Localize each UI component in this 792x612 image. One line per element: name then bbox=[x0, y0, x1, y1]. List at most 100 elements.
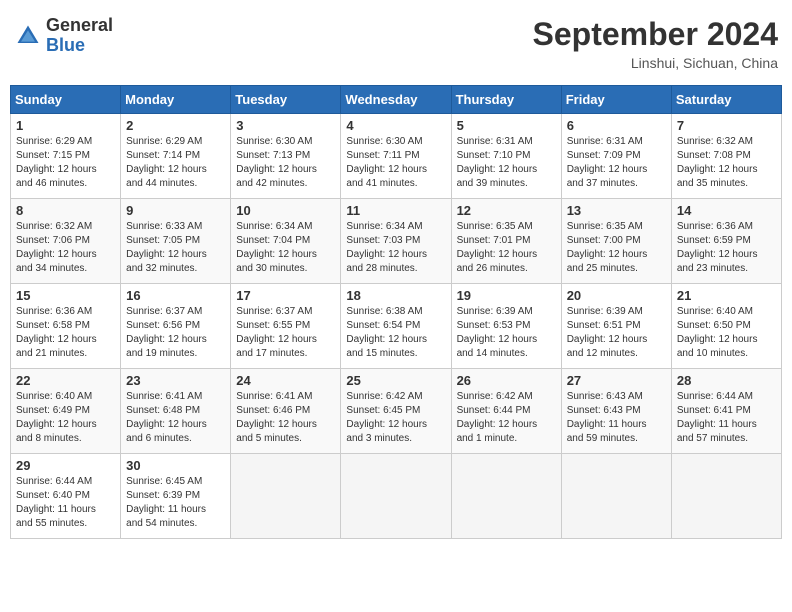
calendar-day-25: 25 Sunrise: 6:42 AM Sunset: 6:45 PM Dayl… bbox=[341, 369, 451, 454]
day-number: 20 bbox=[567, 288, 666, 303]
logo-blue-text: Blue bbox=[46, 36, 113, 56]
day-info: Sunrise: 6:40 AM Sunset: 6:49 PM Dayligh… bbox=[16, 390, 115, 446]
day-info: Sunrise: 6:39 AM Sunset: 6:51 PM Dayligh… bbox=[567, 305, 666, 361]
day-number: 4 bbox=[346, 118, 445, 133]
calendar-day-20: 20 Sunrise: 6:39 AM Sunset: 6:51 PM Dayl… bbox=[561, 284, 671, 369]
day-info: Sunrise: 6:31 AM Sunset: 7:09 PM Dayligh… bbox=[567, 135, 666, 191]
col-saturday: Saturday bbox=[671, 86, 781, 114]
calendar-day-24: 24 Sunrise: 6:41 AM Sunset: 6:46 PM Dayl… bbox=[231, 369, 341, 454]
col-wednesday: Wednesday bbox=[341, 86, 451, 114]
day-info: Sunrise: 6:30 AM Sunset: 7:13 PM Dayligh… bbox=[236, 135, 335, 191]
day-number: 11 bbox=[346, 203, 445, 218]
day-info: Sunrise: 6:30 AM Sunset: 7:11 PM Dayligh… bbox=[346, 135, 445, 191]
calendar-empty-cell bbox=[341, 454, 451, 539]
day-number: 30 bbox=[126, 458, 225, 473]
calendar-day-21: 21 Sunrise: 6:40 AM Sunset: 6:50 PM Dayl… bbox=[671, 284, 781, 369]
day-info: Sunrise: 6:32 AM Sunset: 7:06 PM Dayligh… bbox=[16, 220, 115, 276]
calendar-day-11: 11 Sunrise: 6:34 AM Sunset: 7:03 PM Dayl… bbox=[341, 199, 451, 284]
day-number: 7 bbox=[677, 118, 776, 133]
calendar-day-9: 9 Sunrise: 6:33 AM Sunset: 7:05 PM Dayli… bbox=[121, 199, 231, 284]
day-info: Sunrise: 6:33 AM Sunset: 7:05 PM Dayligh… bbox=[126, 220, 225, 276]
day-info: Sunrise: 6:42 AM Sunset: 6:45 PM Dayligh… bbox=[346, 390, 445, 446]
day-info: Sunrise: 6:34 AM Sunset: 7:04 PM Dayligh… bbox=[236, 220, 335, 276]
day-number: 19 bbox=[457, 288, 556, 303]
day-info: Sunrise: 6:41 AM Sunset: 6:48 PM Dayligh… bbox=[126, 390, 225, 446]
col-monday: Monday bbox=[121, 86, 231, 114]
calendar-day-28: 28 Sunrise: 6:44 AM Sunset: 6:41 PM Dayl… bbox=[671, 369, 781, 454]
col-tuesday: Tuesday bbox=[231, 86, 341, 114]
calendar-day-12: 12 Sunrise: 6:35 AM Sunset: 7:01 PM Dayl… bbox=[451, 199, 561, 284]
col-thursday: Thursday bbox=[451, 86, 561, 114]
calendar-day-14: 14 Sunrise: 6:36 AM Sunset: 6:59 PM Dayl… bbox=[671, 199, 781, 284]
calendar-empty-cell bbox=[231, 454, 341, 539]
calendar-day-26: 26 Sunrise: 6:42 AM Sunset: 6:44 PM Dayl… bbox=[451, 369, 561, 454]
day-info: Sunrise: 6:37 AM Sunset: 6:56 PM Dayligh… bbox=[126, 305, 225, 361]
calendar-week-2: 8 Sunrise: 6:32 AM Sunset: 7:06 PM Dayli… bbox=[11, 199, 782, 284]
day-number: 18 bbox=[346, 288, 445, 303]
col-sunday: Sunday bbox=[11, 86, 121, 114]
logo-general-text: General bbox=[46, 16, 113, 36]
day-info: Sunrise: 6:35 AM Sunset: 7:00 PM Dayligh… bbox=[567, 220, 666, 276]
day-info: Sunrise: 6:38 AM Sunset: 6:54 PM Dayligh… bbox=[346, 305, 445, 361]
day-number: 21 bbox=[677, 288, 776, 303]
calendar-day-1: 1 Sunrise: 6:29 AM Sunset: 7:15 PM Dayli… bbox=[11, 114, 121, 199]
day-number: 17 bbox=[236, 288, 335, 303]
calendar-day-16: 16 Sunrise: 6:37 AM Sunset: 6:56 PM Dayl… bbox=[121, 284, 231, 369]
logo-icon bbox=[14, 22, 42, 50]
calendar-day-7: 7 Sunrise: 6:32 AM Sunset: 7:08 PM Dayli… bbox=[671, 114, 781, 199]
calendar-day-2: 2 Sunrise: 6:29 AM Sunset: 7:14 PM Dayli… bbox=[121, 114, 231, 199]
location: Linshui, Sichuan, China bbox=[533, 55, 778, 71]
calendar-day-4: 4 Sunrise: 6:30 AM Sunset: 7:11 PM Dayli… bbox=[341, 114, 451, 199]
calendar-empty-cell bbox=[451, 454, 561, 539]
day-info: Sunrise: 6:45 AM Sunset: 6:39 PM Dayligh… bbox=[126, 475, 225, 531]
day-number: 1 bbox=[16, 118, 115, 133]
day-number: 12 bbox=[457, 203, 556, 218]
calendar-week-5: 29 Sunrise: 6:44 AM Sunset: 6:40 PM Dayl… bbox=[11, 454, 782, 539]
calendar-day-23: 23 Sunrise: 6:41 AM Sunset: 6:48 PM Dayl… bbox=[121, 369, 231, 454]
day-number: 27 bbox=[567, 373, 666, 388]
day-info: Sunrise: 6:44 AM Sunset: 6:40 PM Dayligh… bbox=[16, 475, 115, 531]
calendar-empty-cell bbox=[671, 454, 781, 539]
day-info: Sunrise: 6:43 AM Sunset: 6:43 PM Dayligh… bbox=[567, 390, 666, 446]
month-title: September 2024 bbox=[533, 16, 778, 53]
calendar-day-22: 22 Sunrise: 6:40 AM Sunset: 6:49 PM Dayl… bbox=[11, 369, 121, 454]
day-number: 24 bbox=[236, 373, 335, 388]
calendar-day-3: 3 Sunrise: 6:30 AM Sunset: 7:13 PM Dayli… bbox=[231, 114, 341, 199]
title-block: September 2024 Linshui, Sichuan, China bbox=[533, 16, 778, 71]
day-number: 9 bbox=[126, 203, 225, 218]
calendar-empty-cell bbox=[561, 454, 671, 539]
day-info: Sunrise: 6:36 AM Sunset: 6:59 PM Dayligh… bbox=[677, 220, 776, 276]
calendar-day-6: 6 Sunrise: 6:31 AM Sunset: 7:09 PM Dayli… bbox=[561, 114, 671, 199]
day-number: 15 bbox=[16, 288, 115, 303]
calendar-day-27: 27 Sunrise: 6:43 AM Sunset: 6:43 PM Dayl… bbox=[561, 369, 671, 454]
day-info: Sunrise: 6:29 AM Sunset: 7:15 PM Dayligh… bbox=[16, 135, 115, 191]
day-number: 29 bbox=[16, 458, 115, 473]
day-number: 8 bbox=[16, 203, 115, 218]
day-number: 6 bbox=[567, 118, 666, 133]
day-number: 13 bbox=[567, 203, 666, 218]
day-number: 28 bbox=[677, 373, 776, 388]
day-number: 22 bbox=[16, 373, 115, 388]
calendar-week-4: 22 Sunrise: 6:40 AM Sunset: 6:49 PM Dayl… bbox=[11, 369, 782, 454]
day-number: 14 bbox=[677, 203, 776, 218]
day-number: 2 bbox=[126, 118, 225, 133]
day-info: Sunrise: 6:36 AM Sunset: 6:58 PM Dayligh… bbox=[16, 305, 115, 361]
page-header: General Blue September 2024 Linshui, Sic… bbox=[10, 10, 782, 77]
day-info: Sunrise: 6:29 AM Sunset: 7:14 PM Dayligh… bbox=[126, 135, 225, 191]
day-info: Sunrise: 6:39 AM Sunset: 6:53 PM Dayligh… bbox=[457, 305, 556, 361]
calendar-day-13: 13 Sunrise: 6:35 AM Sunset: 7:00 PM Dayl… bbox=[561, 199, 671, 284]
day-info: Sunrise: 6:44 AM Sunset: 6:41 PM Dayligh… bbox=[677, 390, 776, 446]
calendar-day-19: 19 Sunrise: 6:39 AM Sunset: 6:53 PM Dayl… bbox=[451, 284, 561, 369]
calendar-day-5: 5 Sunrise: 6:31 AM Sunset: 7:10 PM Dayli… bbox=[451, 114, 561, 199]
day-number: 5 bbox=[457, 118, 556, 133]
calendar-week-1: 1 Sunrise: 6:29 AM Sunset: 7:15 PM Dayli… bbox=[11, 114, 782, 199]
calendar-day-29: 29 Sunrise: 6:44 AM Sunset: 6:40 PM Dayl… bbox=[11, 454, 121, 539]
day-number: 25 bbox=[346, 373, 445, 388]
day-info: Sunrise: 6:34 AM Sunset: 7:03 PM Dayligh… bbox=[346, 220, 445, 276]
calendar-header-row: Sunday Monday Tuesday Wednesday Thursday… bbox=[11, 86, 782, 114]
day-info: Sunrise: 6:35 AM Sunset: 7:01 PM Dayligh… bbox=[457, 220, 556, 276]
calendar-day-30: 30 Sunrise: 6:45 AM Sunset: 6:39 PM Dayl… bbox=[121, 454, 231, 539]
col-friday: Friday bbox=[561, 86, 671, 114]
day-number: 16 bbox=[126, 288, 225, 303]
day-info: Sunrise: 6:37 AM Sunset: 6:55 PM Dayligh… bbox=[236, 305, 335, 361]
